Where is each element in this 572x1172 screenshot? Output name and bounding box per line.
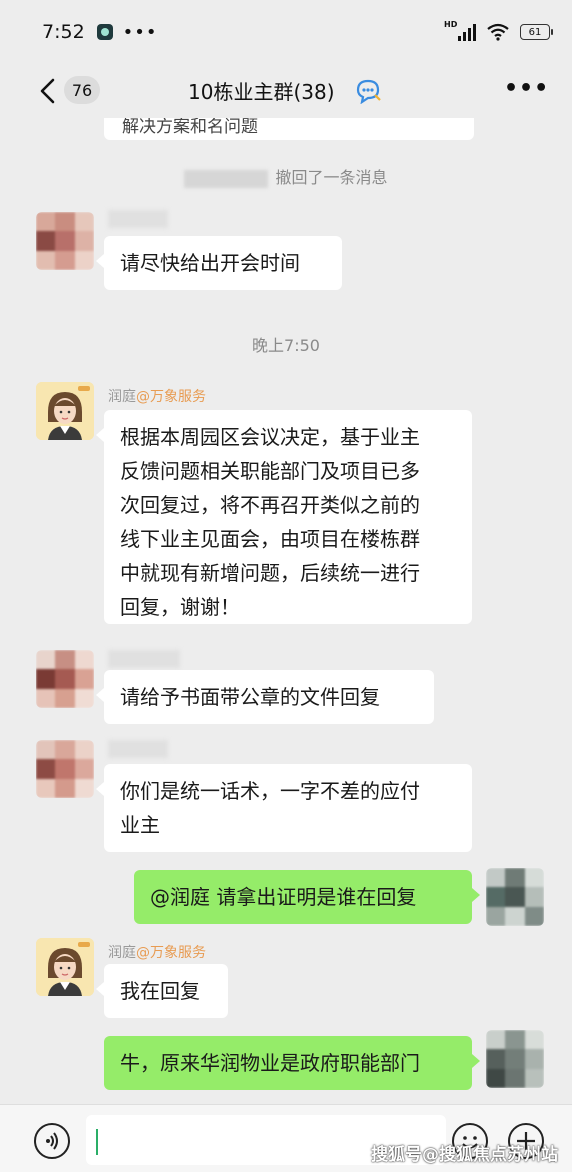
- redacted-name: [184, 169, 269, 188]
- sender-org-tag: @万象服务: [136, 389, 206, 405]
- more-options-icon[interactable]: •••: [504, 76, 549, 101]
- wifi-icon: [486, 23, 510, 41]
- hd-label: HD: [444, 20, 458, 29]
- message-text: 请给予书面带公章的文件回复: [120, 685, 380, 709]
- back-arrow-icon[interactable]: [38, 78, 58, 104]
- message-text: @润庭 请拿出证明是谁在回复: [150, 885, 417, 909]
- message-bubble[interactable]: 根据本周园区会议决定，基于业主 反馈问题相关职能部门及项目已多 次回复过，将不再…: [96, 410, 472, 624]
- message-bubble[interactable]: 我在回复: [96, 964, 228, 1018]
- avatar-runting[interactable]: [36, 382, 94, 440]
- message-bubble[interactable]: 请给予书面带公章的文件回复: [96, 670, 434, 724]
- message-line: 根据本周园区会议决定，基于业主: [120, 425, 420, 449]
- chat-title[interactable]: 10栋业主群(38): [188, 76, 335, 105]
- avatar-runting[interactable]: [36, 938, 94, 996]
- redacted-sender-name: [108, 650, 180, 668]
- message-line: 反馈问题相关职能部门及项目已多: [120, 459, 420, 483]
- more-notifications-icon: •••: [122, 21, 158, 43]
- message-text: 解决方案和名问题: [122, 118, 258, 137]
- battery-icon: 61: [520, 24, 553, 40]
- recall-notice-text: 撤回了一条消息: [275, 168, 388, 187]
- message-text: 牛，原来华润物业是政府职能部门: [120, 1051, 420, 1075]
- sender-org-tag: @万象服务: [136, 945, 206, 961]
- message-line: 你们是统一话术，一字不差的应付: [120, 779, 420, 803]
- chat-header: 76 10栋业主群(38) •••: [0, 64, 572, 118]
- notification-app-icon: [96, 24, 113, 40]
- message-line: 回复，谢谢！: [120, 595, 240, 619]
- chat-bubble-icon[interactable]: [354, 78, 382, 105]
- status-bar: 7:52 ••• HD 61: [0, 0, 572, 64]
- sender-name-text: 润庭: [108, 389, 136, 405]
- message-bubble-clipped[interactable]: 解决方案和名问题: [104, 118, 474, 140]
- message-line: 线下业主见面会，由项目在楼栋群: [120, 527, 420, 551]
- sender-name: 润庭@万象服务: [108, 386, 206, 406]
- avatar-blurred[interactable]: [36, 212, 94, 270]
- redacted-sender-name: [108, 210, 168, 228]
- cellular-signal-icon: HD: [444, 20, 476, 41]
- message-bubble-sent[interactable]: @润庭 请拿出证明是谁在回复: [134, 870, 480, 924]
- text-caret: [96, 1129, 98, 1155]
- voice-input-icon[interactable]: [34, 1123, 70, 1159]
- message-text: 我在回复: [120, 979, 200, 1003]
- message-bubble-sent[interactable]: 牛，原来华润物业是政府职能部门: [104, 1036, 480, 1090]
- message-bubble[interactable]: 请尽快给出开会时间: [96, 236, 342, 290]
- time-divider: 晚上7:50: [252, 336, 320, 355]
- status-time: 7:52: [42, 21, 85, 43]
- message-line: 次回复过，将不再召开类似之前的: [120, 493, 420, 517]
- unread-count-badge[interactable]: 76: [64, 76, 100, 104]
- avatar-blurred[interactable]: [36, 650, 94, 708]
- message-bubble[interactable]: 你们是统一话术，一字不差的应付 业主: [96, 764, 472, 852]
- message-line: 中就现有新增问题，后续统一进行: [120, 561, 420, 585]
- message-line: 业主: [120, 813, 160, 837]
- sender-name: 润庭@万象服务: [108, 942, 206, 962]
- message-text: 请尽快给出开会时间: [120, 251, 300, 275]
- recall-notice: 撤回了一条消息: [0, 164, 572, 188]
- message-list[interactable]: 解决方案和名问题 撤回了一条消息 请尽快给出开会时间 晚上7:50 润庭@万象服…: [0, 118, 572, 1104]
- avatar-self-blurred[interactable]: [486, 1030, 544, 1088]
- redacted-sender-name: [108, 740, 168, 758]
- avatar-blurred[interactable]: [36, 740, 94, 798]
- watermark: 搜狐号@搜狐焦点苏州站: [371, 1145, 558, 1165]
- sender-name-text: 润庭: [108, 945, 136, 961]
- avatar-self-blurred[interactable]: [486, 868, 544, 926]
- status-indicators: HD 61: [444, 20, 553, 41]
